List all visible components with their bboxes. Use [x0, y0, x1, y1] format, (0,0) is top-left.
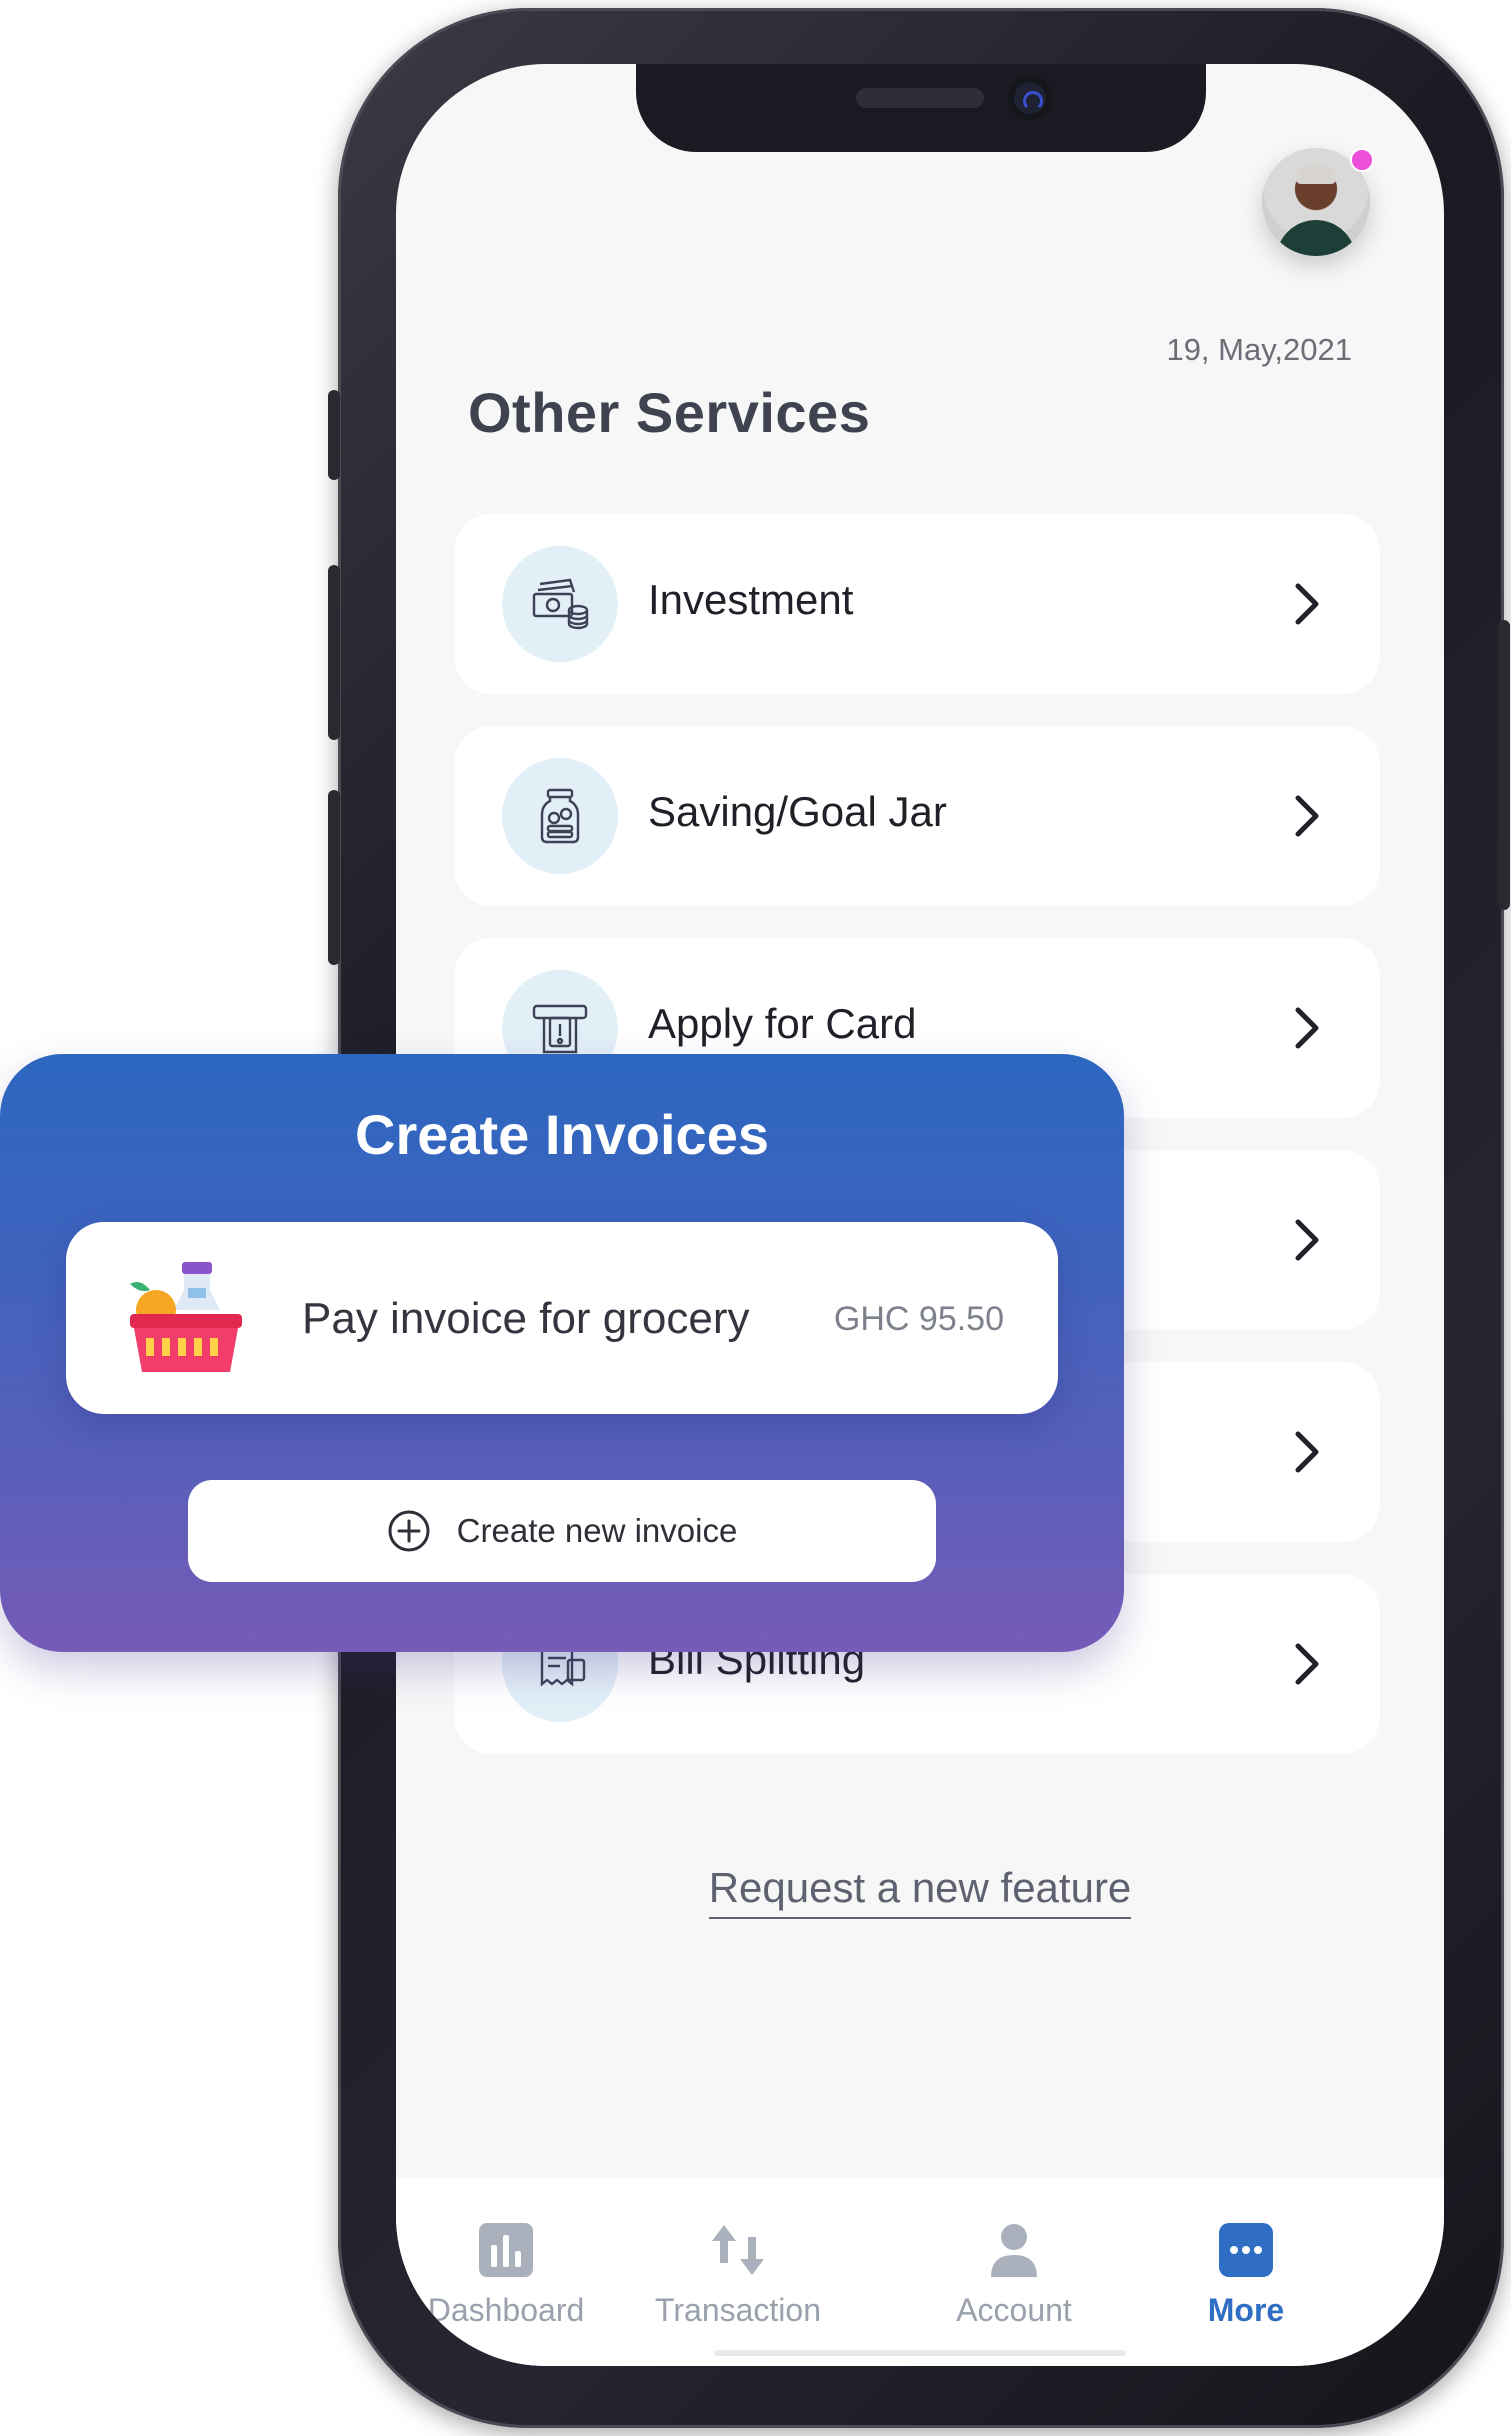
- create-new-invoice-label: Create new invoice: [456, 1512, 738, 1549]
- bottom-tab-bar: Dashboard Transaction Account More: [396, 2178, 1444, 2366]
- tab-label: Transaction: [655, 2292, 821, 2328]
- service-label: Apply for Card: [648, 1000, 917, 1047]
- side-button-power: [1498, 620, 1510, 910]
- tab-transaction[interactable]: Transaction: [628, 2218, 848, 2329]
- person-icon: [991, 2224, 1037, 2277]
- notch: [636, 64, 1206, 152]
- side-button-volume-down: [328, 790, 340, 965]
- money-stack-icon: [502, 546, 618, 662]
- service-item-saving-goal-jar[interactable]: Saving/Goal Jar: [454, 726, 1380, 906]
- tab-dashboard[interactable]: Dashboard: [396, 2218, 616, 2329]
- grocery-basket-icon: [130, 1262, 242, 1372]
- chevron-right-icon: [1295, 1643, 1319, 1685]
- tab-label: More: [1207, 2292, 1285, 2328]
- chevron-right-icon: [1295, 795, 1319, 837]
- invoice-item-label: Pay invoice for grocery: [302, 1294, 750, 1343]
- service-label: Saving/Goal Jar: [648, 788, 947, 835]
- tab-label: Dashboard: [427, 2292, 585, 2328]
- date-label: 19, May,2021: [1166, 332, 1352, 367]
- create-invoices-panel: Create Invoices Pay invoice for grocery …: [0, 1054, 1124, 1652]
- side-button-silent: [328, 390, 340, 480]
- service-item-investment[interactable]: Investment: [454, 514, 1380, 694]
- chevron-right-icon: [1295, 1219, 1319, 1261]
- plus-circle-icon: [388, 1510, 430, 1552]
- bar-chart-icon: [479, 2223, 533, 2277]
- tab-label: Account: [956, 2292, 1072, 2328]
- panel-title: Create Invoices: [355, 1103, 769, 1166]
- tab-more[interactable]: More: [1136, 2218, 1356, 2329]
- jar-icon: [502, 758, 618, 874]
- home-indicator: [714, 2350, 1126, 2356]
- camera-icon: [1008, 76, 1052, 120]
- invoice-item-grocery[interactable]: Pay invoice for grocery GHC 95.50: [66, 1222, 1058, 1414]
- speaker-grille: [856, 88, 984, 108]
- request-feature-link[interactable]: Request a new feature: [708, 1864, 1132, 1919]
- chevron-right-icon: [1295, 583, 1319, 625]
- invoice-item-amount: GHC 95.50: [833, 1300, 1004, 1338]
- create-new-invoice-button[interactable]: Create new invoice: [188, 1480, 936, 1582]
- request-feature-container: Request a new feature: [396, 1864, 1444, 1919]
- page-title: Other Services: [468, 381, 871, 444]
- avatar-hair: [1296, 164, 1336, 184]
- service-label: Investment: [648, 576, 854, 623]
- avatar-shoulders: [1276, 220, 1356, 256]
- arrows-up-down-icon: [712, 2225, 764, 2275]
- chevron-right-icon: [1295, 1007, 1319, 1049]
- notification-dot: [1350, 148, 1374, 172]
- chevron-right-icon: [1295, 1431, 1319, 1473]
- tab-account[interactable]: Account: [904, 2218, 1124, 2329]
- more-dots-icon: [1219, 2223, 1273, 2277]
- side-button-volume-up: [328, 565, 340, 740]
